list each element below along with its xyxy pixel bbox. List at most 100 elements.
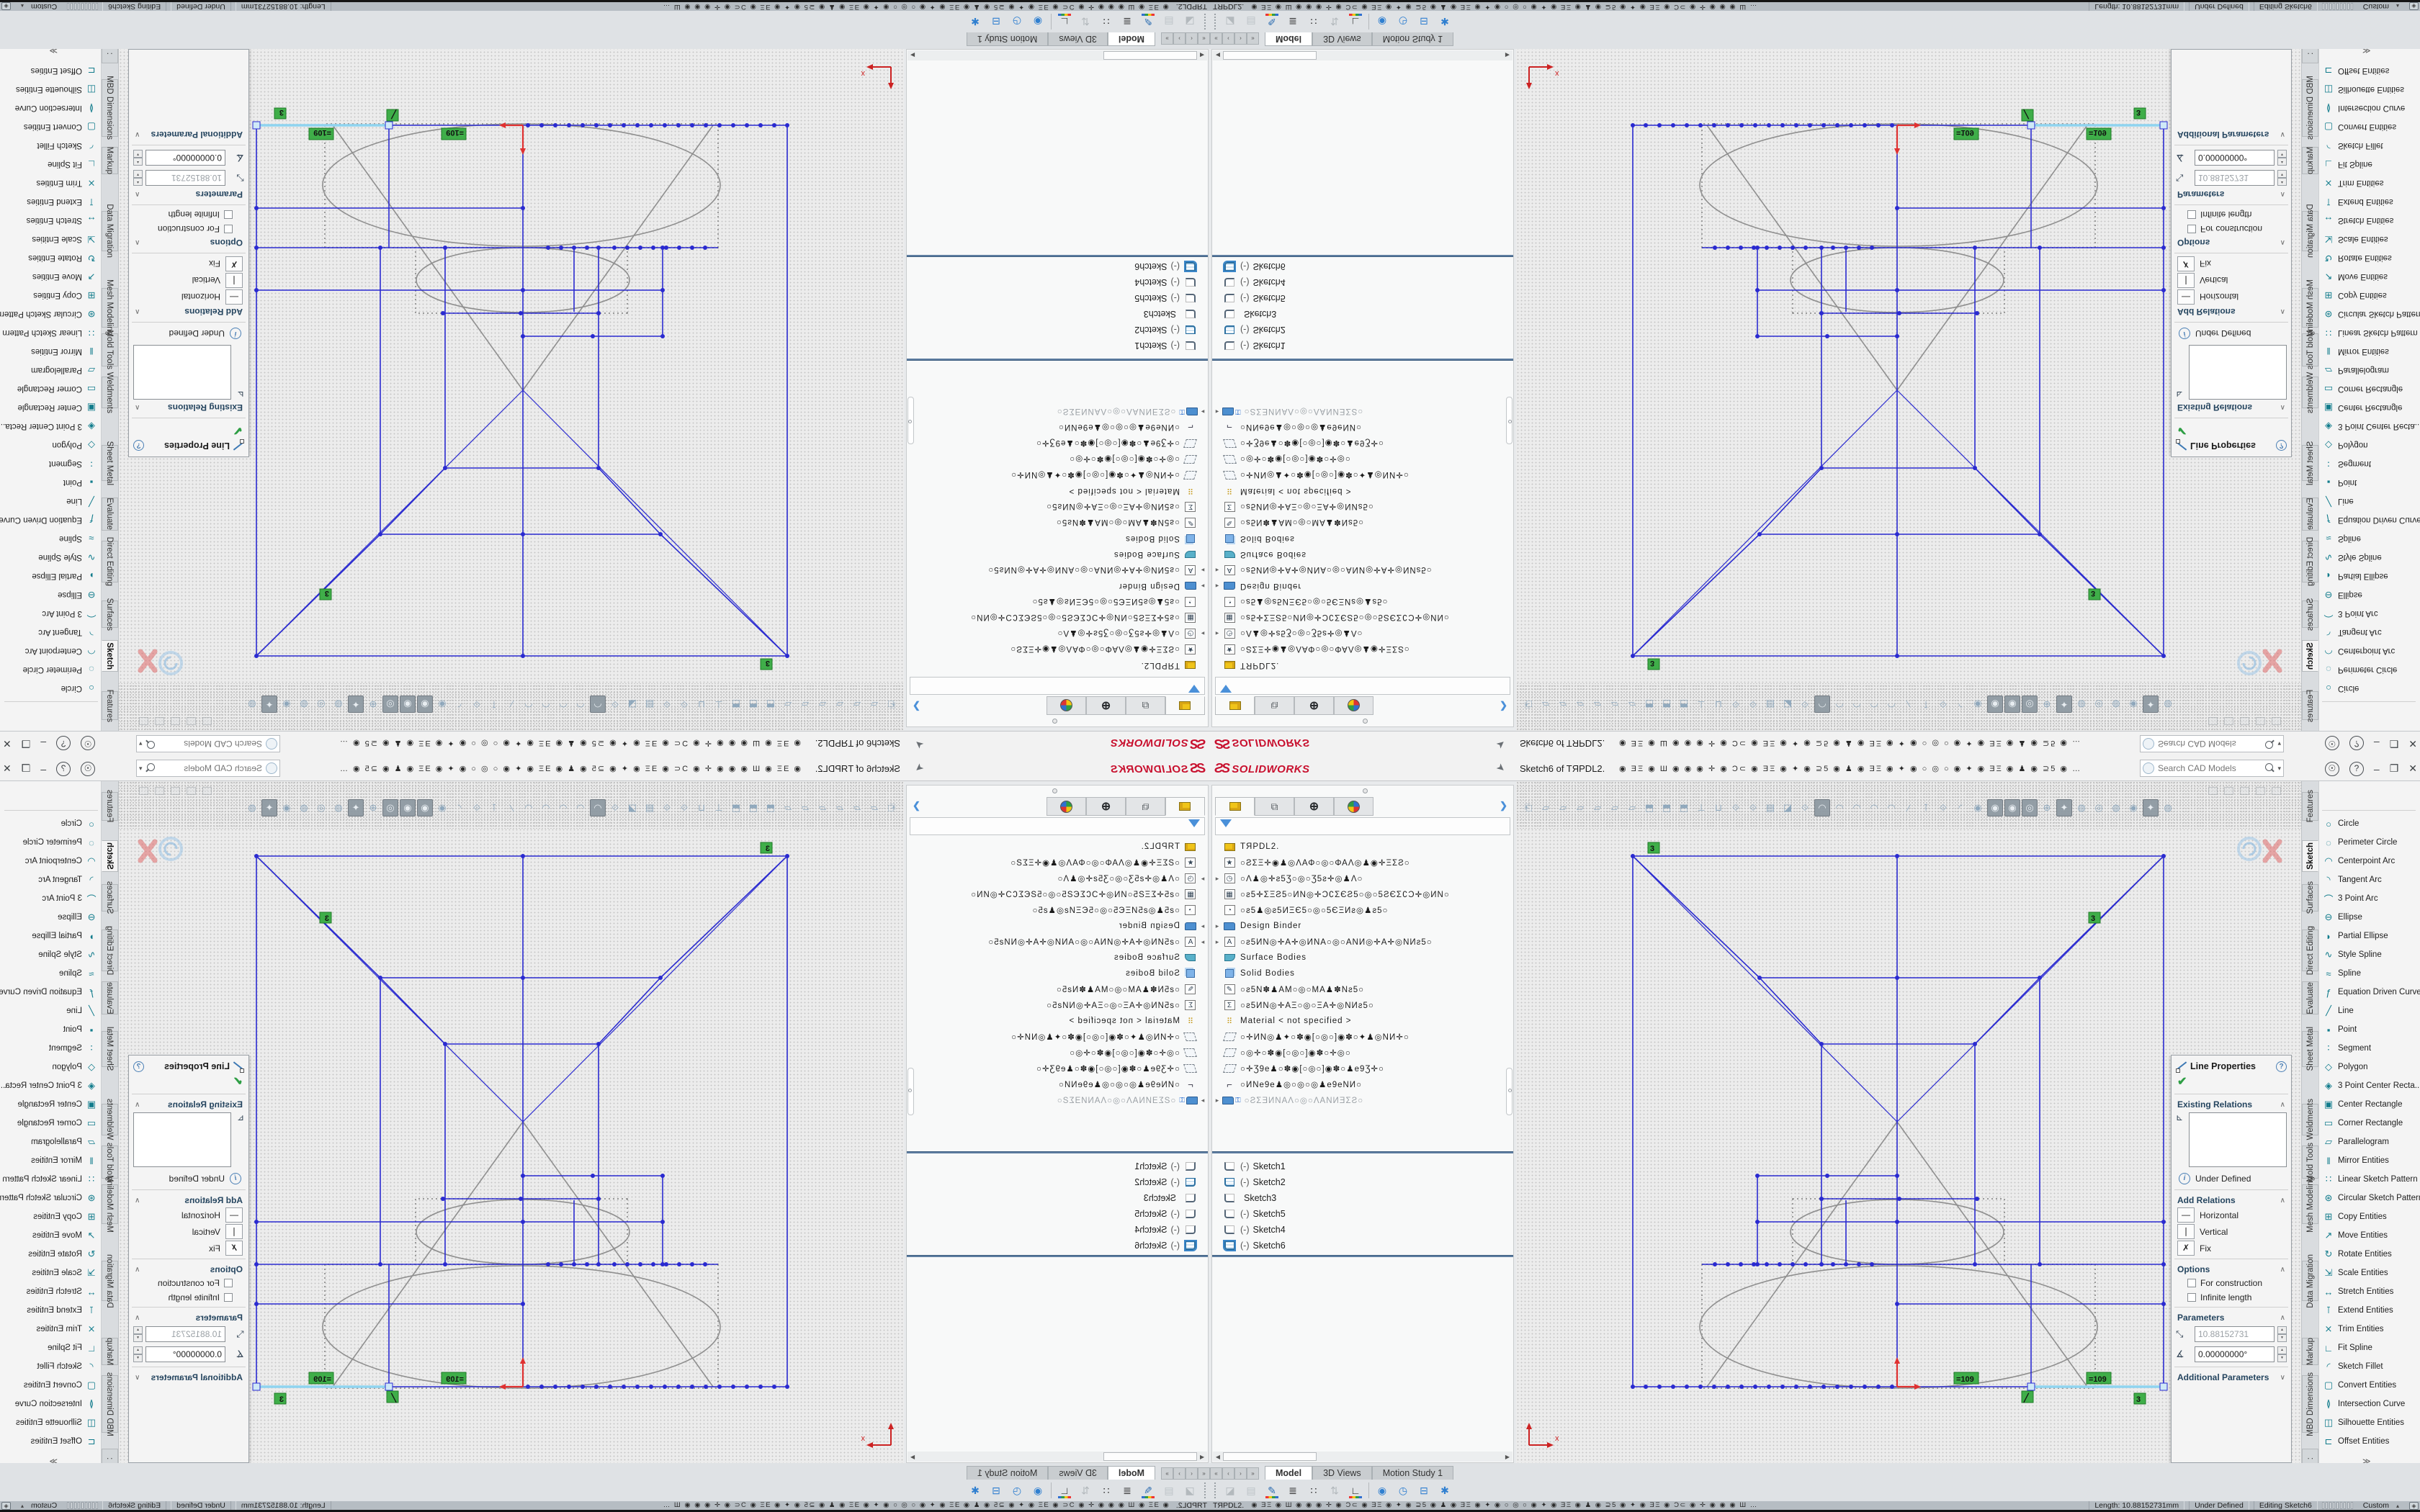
flyout-tool-item[interactable]: ▪ Point xyxy=(0,473,101,492)
minimize-button[interactable]: – xyxy=(40,763,46,775)
tree-row[interactable]: ⠿ Material < not specified > xyxy=(1212,483,1513,499)
status-custom-dropdown[interactable]: Custom ▴ xyxy=(2357,2,2405,11)
section-add-relations[interactable]: Add Relations∧ xyxy=(129,305,248,320)
flyout-tool-item[interactable]: ◫ Silhouette Entities xyxy=(2319,80,2420,99)
flyout-tool-item[interactable]: ⌒ 3 Point Arc xyxy=(2319,889,2420,908)
tree-hscrollbar[interactable]: ◀ ▶ xyxy=(908,1452,1207,1462)
panel-handle[interactable] xyxy=(1052,719,1057,724)
tree-row[interactable]: ✎ ○ƨ5Ν✽♟ΑΜ○◎○ΜΑ♟✽Νƨ5○ xyxy=(1212,515,1513,531)
flyout-tool-item[interactable]: ∟ Fit Spline xyxy=(2319,1338,2420,1357)
tree-row[interactable]: Surface Bodies xyxy=(1212,546,1513,562)
line-style-icon[interactable]: ∷ xyxy=(1306,1482,1322,1498)
restore-button[interactable]: ❐ xyxy=(22,737,31,750)
flyout-tool-item[interactable]: ∶ Segment xyxy=(2319,1039,2420,1058)
line-thickness-icon[interactable]: ≣ xyxy=(1285,14,1301,30)
tab-scroll-last[interactable]: » xyxy=(1247,32,1259,45)
flyout-tool-item[interactable]: ○ Circle xyxy=(0,679,101,698)
command-tab-weldments[interactable]: Weldments xyxy=(102,377,118,408)
flyout-tool-item[interactable]: ◗ Partial Ellipse xyxy=(0,567,101,585)
flyout-tool-item[interactable]: ↔ Stretch Entities xyxy=(2319,1282,2420,1301)
color-scheme-icon[interactable]: ∟ xyxy=(1348,1482,1363,1498)
status-custom-dropdown[interactable]: Custom ▴ xyxy=(2357,1501,2405,1510)
add-relation-button[interactable]: — Horizontal xyxy=(2172,1207,2291,1223)
rollback-bar-2[interactable] xyxy=(907,255,1208,257)
flyout-tool-item[interactable]: ⨯ Trim Entities xyxy=(2319,1320,2420,1338)
flyout-tool-item[interactable]: ◠ Centerpoint Arc xyxy=(2319,852,2420,870)
tree-row-sketch[interactable]: (-) Sketch4 xyxy=(907,274,1208,290)
flyout-tool-item[interactable]: ◠ Centerpoint Arc xyxy=(0,642,101,660)
doc-tab-3d-views[interactable]: 3D Views xyxy=(1048,32,1108,46)
tree-row[interactable]: ▦ ○ƨ5✛ƩΞƧ5○ИΝ◎✛Ɔ∁ƩЄƧ5○◎○5ƧЄƩ∁Ɔ✛◎ИΝ○ xyxy=(907,610,1208,626)
toolbar-grip[interactable] xyxy=(1203,1482,1206,1498)
layers-ghost-icon[interactable]: ▤ xyxy=(1243,1482,1259,1498)
tree-row[interactable]: ○✛ИΝ◎♟✦○✽◉[○◎○]◉✽○✦♟◎ΝИ✛○ xyxy=(907,467,1208,483)
tree-filter-box[interactable] xyxy=(1215,817,1510,835)
flyout-tool-item[interactable]: ⊞ Copy Entities xyxy=(0,286,101,305)
menu-item[interactable] xyxy=(1392,742,1404,746)
command-tab-surfaces[interactable]: Surfaces xyxy=(102,600,118,628)
doc-tab-3d-views[interactable]: 3D Views xyxy=(1312,1466,1372,1480)
tab-scroll-next[interactable]: › xyxy=(1234,32,1247,45)
rollback-bar-2[interactable] xyxy=(907,1255,1208,1257)
command-tab-mold-tools[interactable]: Mold Tools xyxy=(2302,1146,2318,1179)
length-spinner[interactable]: ▲▼ xyxy=(133,170,143,186)
expand-arrow[interactable]: ▸ xyxy=(1212,408,1222,416)
tree-row-sketch[interactable]: (-) Sketch2 xyxy=(1212,322,1513,338)
flyout-tool-item[interactable]: ⊞ Copy Entities xyxy=(0,1207,101,1226)
add-relation-button[interactable]: ❘ Vertical xyxy=(129,272,248,289)
tree-row[interactable]: ○◎✛○✽◉[○◎○]◉✽○✛◎○ xyxy=(907,1045,1208,1061)
relations-listbox[interactable] xyxy=(133,1112,231,1167)
flyout-tool-item[interactable]: ◝ Tangent Arc xyxy=(0,623,101,642)
flyout-tool-item[interactable]: ‖ Mirror Entities xyxy=(2319,1151,2420,1170)
graphics-viewport[interactable]: ⎗▱▱▱▱▱▱⬒⬒⬒⊥⊔⟐⟐▤◪⟐◠◠◠◠◠∕⊺⟐◜◉◉◉◎⊕✦◍◎◍◉✦◍ xyxy=(1516,49,2301,731)
tree-row[interactable]: ▸ A ○ƨ5ИΝ◎✛Α✛◎ИΝΑ○◎○ΑΝИ◎✛Α✛◎ΝИƨ5○ xyxy=(1212,934,1513,950)
flyout-tool-item[interactable]: ▢ Convert Entities xyxy=(2319,1376,2420,1395)
angle-spinner[interactable]: ▲▼ xyxy=(133,150,143,166)
flyout-tool-item[interactable]: ∶ Segment xyxy=(0,454,101,473)
angle-spinner[interactable]: ▲▼ xyxy=(133,1346,143,1362)
panel-handle[interactable] xyxy=(1363,788,1368,793)
settings-gear-icon[interactable]: ✱ xyxy=(967,1482,983,1498)
pin-icon[interactable]: ➤ xyxy=(1494,737,1508,752)
flyout-tool-item[interactable]: ⊞ Copy Entities xyxy=(2319,1207,2420,1226)
search-dropdown-icon[interactable]: ▾ xyxy=(2277,765,2281,773)
command-tab-surfaces[interactable]: Surfaces xyxy=(102,884,118,912)
section-additional-parameters[interactable]: Additional Parameters∨ xyxy=(2172,128,2291,143)
tree-row-sketch[interactable]: (-) Sketch2 xyxy=(1212,1174,1513,1190)
rollback-bar-2[interactable] xyxy=(1212,1255,1513,1257)
flyout-tool-item[interactable]: ⊺ Extend Entities xyxy=(0,192,101,211)
flyout-tool-item[interactable]: ◫ Silhouette Entities xyxy=(2319,1413,2420,1432)
section-existing-relations[interactable]: Existing Relations∧ xyxy=(2172,401,2291,415)
add-relation-button[interactable]: ✗ Fix xyxy=(129,256,248,272)
tree-row-sketch[interactable]: (-) Sketch5 xyxy=(907,290,1208,306)
section-additional-parameters[interactable]: Additional Parameters∨ xyxy=(129,128,248,143)
flyout-tool-item[interactable]: ◇ Polygon xyxy=(2319,436,2420,454)
snapshot-icon[interactable]: ◉ xyxy=(1030,1482,1046,1498)
user-account-icon[interactable]: ☉ xyxy=(2325,762,2339,776)
flyout-tool-item[interactable]: ╱ Line xyxy=(2319,1002,2420,1020)
flyout-tool-item[interactable]: ○ Circle xyxy=(0,814,101,833)
search-input[interactable] xyxy=(157,762,264,774)
help-icon[interactable]: ? xyxy=(2349,762,2364,776)
flyout-tool-item[interactable]: ‖ Mirror Entities xyxy=(0,342,101,361)
command-tab-evaluate[interactable]: Evaluate xyxy=(102,981,118,1014)
tree-row[interactable]: ▸ Design Binder xyxy=(1212,918,1513,934)
tab-featuremanager-tree[interactable] xyxy=(1215,696,1255,715)
reload-time-icon[interactable]: ◷ xyxy=(1395,14,1411,30)
color-scheme-icon[interactable]: ∟ xyxy=(1057,1482,1072,1498)
line-thickness-icon[interactable]: ≣ xyxy=(1119,1482,1135,1498)
flyout-tool-item[interactable]: ⊺ Extend Entities xyxy=(0,1301,101,1320)
toolbar-grip[interactable] xyxy=(1214,1482,1217,1498)
flyout-tool-item[interactable]: ▭ Corner Rectangle xyxy=(2319,1114,2420,1133)
tree-row[interactable]: ○◎✛○✽◉[○◎○]◉✽○✛◎○ xyxy=(1212,451,1513,467)
tab-scroll-next[interactable]: › xyxy=(1173,32,1186,45)
command-tab-mold-tools[interactable]: Mold Tools xyxy=(102,333,118,366)
flyout-tool-item[interactable]: ⊺ Extend Entities xyxy=(2319,1301,2420,1320)
flyout-tool-item[interactable]: ▱ Parallelogram xyxy=(2319,1133,2420,1151)
tree-row[interactable]: ▦ ○ƨ5✛ƩΞƧ5○ИΝ◎✛Ɔ∁ƩЄƧ5○◎○5ƧЄƩ∁Ɔ✛◎ИΝ○ xyxy=(1212,886,1513,902)
flyout-tool-item[interactable]: ≬ Intersection Curve xyxy=(0,1395,101,1413)
expand-arrow[interactable]: ▸ xyxy=(1212,875,1222,883)
checkbox[interactable] xyxy=(224,1293,233,1302)
tree-row[interactable]: ◔ ○ƨ5♟◎ƨ5ИΞЄ5○◎○5ЄΞИƨ◎♟ƨ5○ xyxy=(1212,594,1513,610)
scroll-right-arrow[interactable]: ▶ xyxy=(908,53,918,59)
